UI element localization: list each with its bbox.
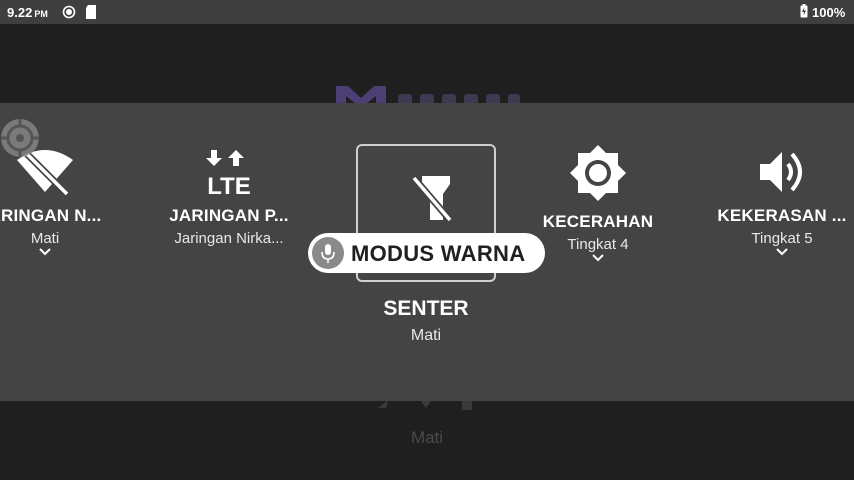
voice-command-pill: MODUS WARNA <box>308 233 545 273</box>
status-time: 9.22 PM <box>7 5 48 20</box>
tile-title-flashlight: SENTER <box>383 297 469 320</box>
tile-title: ARINGAN N... <box>0 206 102 225</box>
lte-data-icon: LTE <box>206 150 251 196</box>
tile-subtitle: Tingkat 4 <box>567 236 629 253</box>
background-status-label: Mati <box>410 428 444 447</box>
battery-percent: 100% <box>812 5 846 20</box>
microphone-icon <box>312 237 344 269</box>
tile-brightness[interactable]: KECERAHAN Tingkat 4 <box>528 144 668 263</box>
crosshair-cursor-icon <box>1 119 39 157</box>
chevron-down-icon[interactable] <box>591 253 605 263</box>
tile-subtitle: Tingkat 5 <box>751 230 813 247</box>
battery-charging-icon <box>800 4 808 18</box>
volume-icon <box>760 152 802 192</box>
tile-mobile-data[interactable]: LTE JARINGAN P... Jaringan Nirka... <box>159 148 299 247</box>
chevron-down-icon[interactable] <box>775 247 789 257</box>
tile-title: KECERAHAN <box>542 212 654 231</box>
sd-card-icon <box>86 5 96 19</box>
flashlight-off-icon <box>411 175 453 223</box>
lte-label: LTE <box>207 173 251 196</box>
tile-subtitle-flashlight: Mati <box>410 327 442 344</box>
tile-volume[interactable]: KEKERASAN ... Tingkat 5 <box>712 148 852 257</box>
brightness-icon <box>570 145 626 201</box>
tile-title: KEKERASAN ... <box>717 206 847 225</box>
sync-icon <box>62 5 76 19</box>
quick-settings-panel: ARINGAN N... Mati LTE JARINGAN P... Jari… <box>0 103 854 401</box>
chevron-down-icon[interactable] <box>38 247 52 257</box>
tile-title: JARINGAN P... <box>169 206 289 225</box>
status-bar: 9.22 PM 100% <box>0 0 854 24</box>
tile-subtitle: Jaringan Nirka... <box>174 230 284 247</box>
tile-subtitle: Mati <box>30 230 60 247</box>
voice-command-text: MODUS WARNA <box>351 241 526 266</box>
tile-wifi[interactable]: ARINGAN N... Mati <box>0 148 115 257</box>
